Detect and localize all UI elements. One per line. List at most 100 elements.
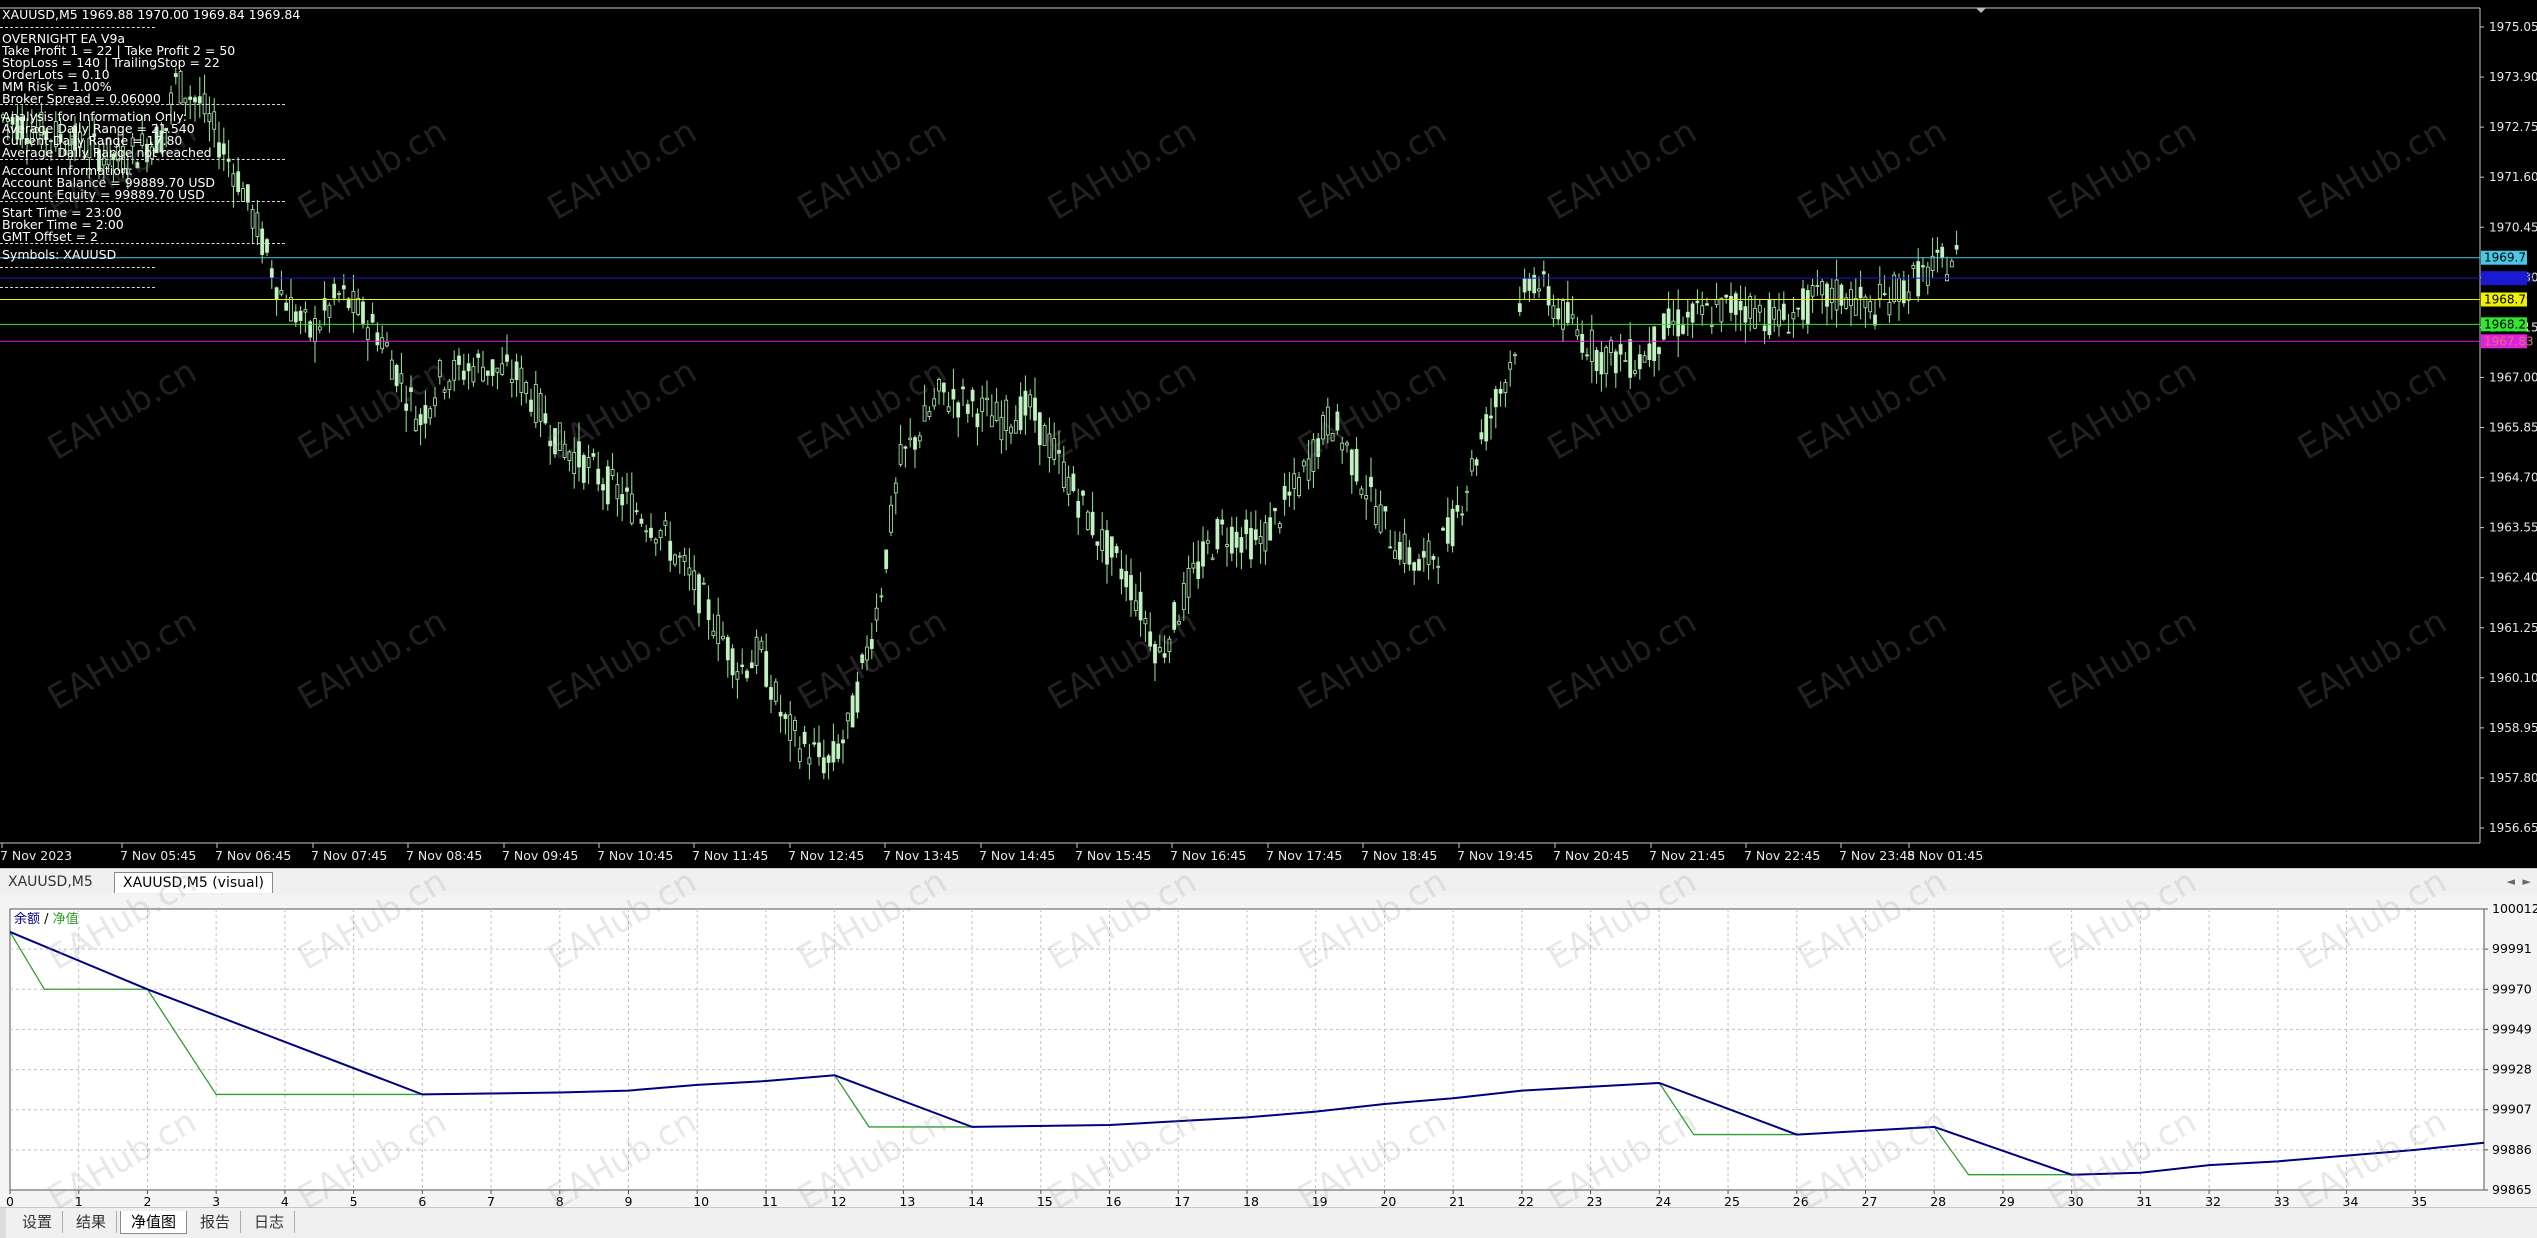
candle-body [1815,285,1820,287]
price-chart[interactable]: 1975.05 1973.90 1972.75 1971.60 1970.45 1969.… [0,0,2537,868]
candle-body [783,714,788,720]
candle-body [1522,278,1527,293]
candle-body [1575,329,1580,337]
equity-y-label: 99865 [2492,1182,2532,1197]
candle-body [1061,461,1066,488]
candle-body [485,370,490,376]
candle-body [1004,399,1009,431]
scroll-left-icon[interactable]: ◄ [2507,875,2515,888]
candle-body [1877,283,1882,300]
candle-body [869,639,874,649]
candle-body [1181,582,1186,611]
candle-body [394,364,399,387]
candle-body [1935,249,1940,253]
candle-body [975,413,980,428]
tab-settings[interactable]: 设置 [12,1211,64,1233]
candle-body [577,441,581,468]
equity-x-label: 6 [418,1194,426,1207]
candle-body [730,648,735,676]
candle-body [1143,618,1148,625]
chart-background [0,0,2537,868]
candle-body [221,143,226,155]
candle-body [956,402,961,418]
equity-x-label: 29 [1999,1194,2015,1207]
candle-body [1316,438,1321,458]
candle-body [413,418,418,432]
candle-body [1623,359,1628,362]
candle-body [874,607,879,621]
time-tick-label: 7 Nov 12:45 [788,848,864,863]
candle-body [663,520,668,526]
tab-journal[interactable]: 日志 [244,1211,296,1233]
candle-body [908,437,913,441]
candle-body [1873,314,1877,326]
candle-body [1354,448,1359,482]
equity-x-label: 20 [1380,1194,1396,1207]
candle-body [769,687,773,700]
equity-x-label: 8 [556,1194,564,1207]
tab-results[interactable]: 结果 [66,1211,118,1233]
candle-body [658,529,663,538]
candle-body [1133,600,1138,612]
equity-chart: 100012 99991 99970 99949 99928 99907 99886 9986… [6,901,2537,1207]
equity-x-label: 33 [2274,1194,2290,1207]
candle-body [845,712,850,722]
candle-body [553,428,557,455]
candle-body [610,469,615,477]
candle-body [356,297,361,315]
price-tick-label: 1956.65 [2489,821,2537,835]
price-tick-label: 1975.05 [2489,20,2537,34]
candle-body [639,518,644,524]
info-separator [0,267,155,268]
candle-body [1258,536,1263,545]
candle-body [1205,540,1210,544]
candle-body [322,297,327,311]
candle-body [841,739,845,744]
candle-body [1109,536,1114,558]
candle-body [1148,631,1153,647]
candle-body [605,466,610,505]
time-tick-label: 7 Nov 2023 [0,848,72,863]
candle-body [265,239,269,253]
candle-body [850,695,855,728]
equity-x-label: 11 [762,1194,778,1207]
candle-body [1647,343,1652,360]
price-tick-label: 1963.55 [2489,521,2537,535]
candle-body [245,184,250,203]
chart-header: XAUUSD,M5 1969.88 1970.00 1969.84 1969.8… [2,7,301,22]
tab-xauusd-m5[interactable]: XAUUSD,M5 [0,872,101,893]
candle-body [457,355,461,365]
candle-body [1349,449,1354,476]
candle-body [898,444,903,465]
candle-body [1215,519,1220,550]
price-tick-label: 1973.90 [2489,70,2537,84]
time-tick-label: 7 Nov 07:45 [311,848,387,863]
candle-body [217,142,221,158]
candle-body [1445,517,1450,544]
tab-equity-graph[interactable]: 净值图 [120,1211,188,1234]
candle-body [980,397,985,412]
scroll-right-icon[interactable]: ► [2523,875,2531,888]
candle-body [341,285,346,290]
candlestick-chart[interactable]: 1975.05 1973.90 1972.75 1971.60 1970.45 1969.… [0,0,2537,868]
tab-xauusd-m5-visual[interactable]: XAUUSD,M5 (visual) [114,872,273,893]
tab-report[interactable]: 报告 [190,1211,242,1233]
candle-body [677,555,682,558]
candle-body [1244,519,1249,535]
candle-body [1162,653,1167,658]
candle-body [1489,415,1493,419]
equity-x-label: 32 [2205,1194,2221,1207]
candle-body [773,681,778,702]
candle-body [1018,396,1023,431]
candle-body [711,630,716,637]
candle-body [1796,307,1801,310]
candle-body [385,342,389,347]
candle-body [447,380,452,390]
candle-body [572,452,577,474]
candle-body [1882,293,1887,296]
candle-body [567,451,572,461]
candle-body [1124,571,1129,588]
time-tick-label: 7 Nov 17:45 [1266,848,1342,863]
candle-body [298,310,303,321]
candle-body [1282,485,1287,500]
